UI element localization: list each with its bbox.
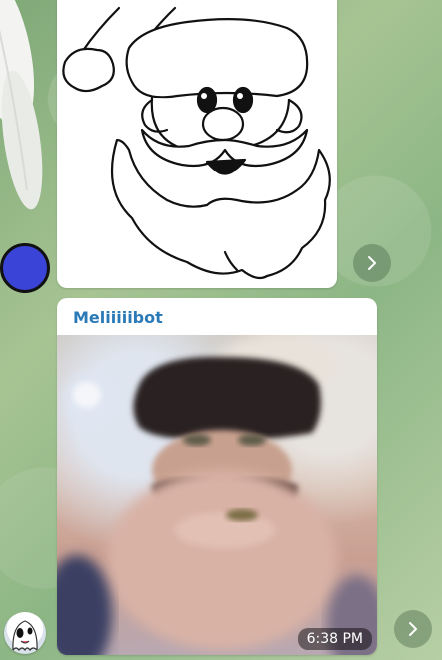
forward-button[interactable] [394, 610, 432, 648]
sender-name[interactable]: Meliiiiibot [73, 308, 163, 327]
user-avatar[interactable] [0, 243, 50, 293]
flower-petal-decoration [0, 0, 43, 210]
chevron-right-icon [368, 256, 376, 270]
forward-button[interactable] [353, 244, 391, 282]
chevron-right-icon [409, 622, 417, 636]
message-image-bubble[interactable] [57, 0, 337, 288]
ghost-icon [12, 620, 38, 652]
santa-coloring-image [62, 6, 331, 280]
bot-avatar[interactable] [4, 612, 46, 654]
message-time: 6:38 PM [297, 628, 372, 650]
message-photo-bubble[interactable]: Meliiiiibot 6:38 PM [57, 298, 377, 655]
generated-photo[interactable]: 6:38 PM [57, 335, 377, 655]
photo-content [57, 335, 377, 655]
